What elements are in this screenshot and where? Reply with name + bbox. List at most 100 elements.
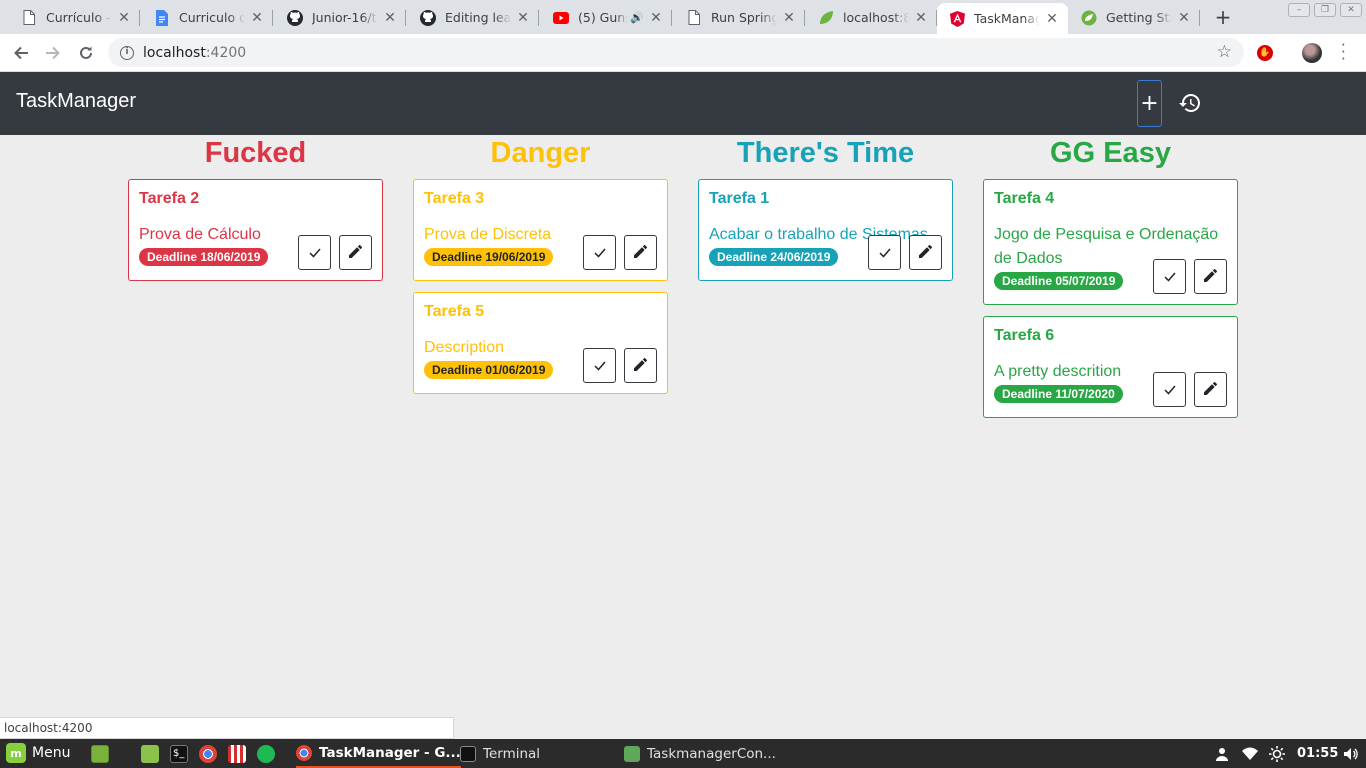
- close-tab-icon[interactable]: ✕: [249, 10, 265, 26]
- column-title: There's Time: [736, 137, 915, 169]
- deadline-badge: Deadline 11/07/2020: [994, 385, 1123, 403]
- task-title: Tarefa 1: [709, 190, 770, 207]
- browser-tab[interactable]: (5) Guns 🔊 ✕: [541, 3, 672, 32]
- task-title: Tarefa 5: [424, 303, 485, 320]
- document-icon: [21, 10, 37, 26]
- browser-menu-icon[interactable]: · · ·: [1341, 38, 1347, 67]
- site-info-icon[interactable]: i: [120, 45, 134, 60]
- edit-task-button[interactable]: [624, 235, 657, 270]
- deadline-badge: Deadline 19/06/2019: [424, 248, 554, 266]
- close-tab-icon[interactable]: ✕: [515, 10, 531, 26]
- back-button[interactable]: [8, 40, 34, 66]
- complete-task-button[interactable]: [868, 235, 901, 270]
- browser-tab[interactable]: Editing learn ✕: [408, 3, 539, 32]
- browser-tab[interactable]: Getting Star ✕: [1069, 3, 1200, 32]
- taskbar-window-label: TaskManager - G...: [319, 744, 461, 761]
- terminal-launcher-icon[interactable]: $_: [170, 745, 188, 763]
- task-card: Tarefa 3 Prova de Discreta Deadline 19/06/…: [413, 179, 668, 281]
- edit-task-button[interactable]: [624, 348, 657, 383]
- close-tab-icon[interactable]: ✕: [116, 10, 132, 26]
- close-tab-icon[interactable]: ✕: [781, 10, 797, 26]
- tab-title: (5) Guns: [578, 10, 629, 25]
- deadline-badge: Deadline 01/06/2019: [424, 361, 554, 379]
- check-icon: [593, 356, 606, 375]
- browser-tab[interactable]: Run Spring B ✕: [674, 3, 805, 32]
- add-task-button[interactable]: +: [1137, 80, 1162, 127]
- user-icon[interactable]: [1215, 739, 1229, 768]
- edit-task-button[interactable]: [339, 235, 372, 270]
- profile-avatar[interactable]: [1302, 43, 1322, 63]
- complete-task-button[interactable]: [583, 348, 616, 383]
- close-tab-icon[interactable]: ✕: [382, 10, 398, 26]
- extension-stop-icon[interactable]: ✋: [1257, 45, 1273, 61]
- close-window-button[interactable]: ✕: [1340, 3, 1362, 17]
- history-button[interactable]: [1176, 89, 1203, 116]
- task-actions: [583, 348, 657, 383]
- browser-tab[interactable]: Currículo - Je ✕: [9, 3, 140, 32]
- pencil-icon: [1204, 267, 1218, 286]
- forward-button[interactable]: [40, 40, 66, 66]
- task-card: Tarefa 1 Acabar o trabalho de Sistemas Dea…: [698, 179, 953, 281]
- deadline-badge: Deadline 24/06/2019: [709, 248, 839, 266]
- task-card: Tarefa 5 Description Deadline 01/06/2019: [413, 292, 668, 394]
- complete-task-button[interactable]: [1153, 259, 1186, 294]
- pencil-icon: [634, 356, 648, 375]
- reload-button[interactable]: [73, 40, 99, 66]
- complete-task-button[interactable]: [583, 235, 616, 270]
- tab-separator: [538, 10, 539, 26]
- reload-icon: [80, 46, 92, 59]
- youtube-icon: [553, 10, 569, 26]
- browser-tab-strip: Currículo - Je✕Curriculo de✕Junior-16/ta…: [0, 0, 1366, 34]
- tab-title: Run Spring B: [711, 10, 777, 25]
- task-actions: [1153, 259, 1227, 294]
- pencil-icon: [919, 243, 933, 262]
- app-brand[interactable]: TaskManager: [16, 90, 136, 113]
- popcorn-time-icon[interactable]: [228, 745, 246, 763]
- history-icon: [1178, 93, 1200, 112]
- wifi-icon[interactable]: [1242, 739, 1258, 768]
- show-desktop-icon[interactable]: [91, 745, 109, 763]
- task-footer: Deadline 18/06/2019: [139, 235, 372, 270]
- taskbar-window[interactable]: TaskmanagerCon...: [624, 739, 776, 768]
- chrome-icon: [296, 744, 312, 761]
- chrome-launcher-icon[interactable]: [199, 745, 217, 763]
- brightness-icon[interactable]: [1269, 739, 1285, 768]
- taskbar-window[interactable]: Terminal: [460, 739, 540, 768]
- browser-tab[interactable]: localhost:80 ✕: [806, 3, 937, 32]
- clock[interactable]: 01:55: [1297, 739, 1338, 768]
- address-bar[interactable]: i localhost:4200 ☆: [108, 38, 1244, 67]
- maximize-button[interactable]: ❐: [1314, 3, 1336, 17]
- edit-task-button[interactable]: [1194, 372, 1227, 407]
- close-tab-icon[interactable]: ✕: [1044, 11, 1060, 27]
- url-port: :4200: [205, 44, 247, 61]
- complete-task-button[interactable]: [1153, 372, 1186, 407]
- address-url[interactable]: localhost:4200: [143, 45, 246, 61]
- tab-title: Currículo - Je: [46, 10, 112, 25]
- browser-tab[interactable]: Junior-16/ta ✕: [275, 3, 406, 32]
- taskbar-window-label: Terminal: [483, 745, 541, 762]
- edit-task-button[interactable]: [1194, 259, 1227, 294]
- tab-audio-icon[interactable]: 🔊: [630, 11, 644, 24]
- minimize-button[interactable]: –: [1288, 3, 1310, 17]
- new-tab-button[interactable]: +: [1211, 6, 1235, 30]
- close-tab-icon[interactable]: ✕: [1176, 10, 1192, 26]
- check-icon: [593, 243, 606, 262]
- browser-tab[interactable]: Curriculo de ✕: [142, 3, 273, 32]
- taskbar-window[interactable]: TaskManager - G...: [296, 739, 461, 768]
- tab-separator: [671, 10, 672, 26]
- complete-task-button[interactable]: [298, 235, 331, 270]
- close-tab-icon[interactable]: ✕: [913, 10, 929, 26]
- task-actions: [583, 235, 657, 270]
- files-icon[interactable]: [141, 745, 159, 763]
- volume-icon[interactable]: [1344, 739, 1358, 768]
- edit-task-button[interactable]: [909, 235, 942, 270]
- close-tab-icon[interactable]: ✕: [648, 10, 664, 26]
- url-host: localhost: [143, 44, 206, 61]
- bookmark-star-icon[interactable]: ☆: [1217, 43, 1232, 61]
- terminal-icon: [460, 745, 476, 762]
- start-menu-button[interactable]: m Menu: [6, 743, 70, 763]
- browser-tab[interactable]: TaskManage ✕: [937, 3, 1068, 34]
- google-docs-icon: [154, 9, 170, 26]
- spotify-icon[interactable]: [257, 745, 275, 763]
- column-title: GG Easy: [1050, 137, 1171, 169]
